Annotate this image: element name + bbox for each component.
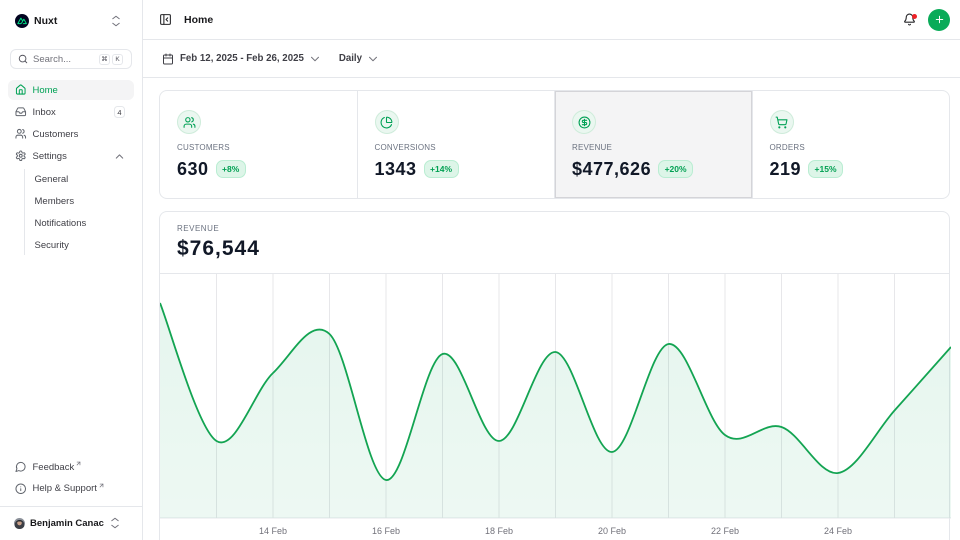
svg-text:20 Feb: 20 Feb	[598, 526, 626, 536]
svg-text:24 Feb: 24 Feb	[824, 526, 852, 536]
svg-text:16 Feb: 16 Feb	[372, 526, 400, 536]
svg-text:18 Feb: 18 Feb	[485, 526, 513, 536]
svg-text:14 Feb: 14 Feb	[259, 526, 287, 536]
svg-text:22 Feb: 22 Feb	[711, 526, 739, 536]
